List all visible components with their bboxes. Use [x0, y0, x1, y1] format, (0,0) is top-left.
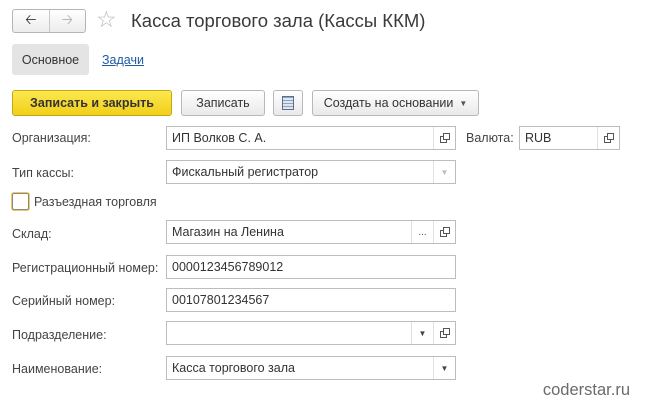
warehouse-field[interactable]: Магазин на Ленина ...: [166, 220, 456, 244]
create-based-on-button[interactable]: Создать на основании ▼: [312, 90, 479, 116]
chevron-down-icon: ▼: [440, 363, 449, 373]
chevron-down-icon: ▼: [440, 167, 449, 177]
list-icon: [282, 96, 294, 110]
warehouse-value: Магазин на Ленина: [172, 225, 284, 239]
register-type-label: Тип кассы:: [12, 166, 74, 180]
star-icon[interactable]: ☆: [96, 6, 117, 32]
ellipsis-icon: ...: [418, 226, 427, 238]
watermark: coderstar.ru: [542, 381, 630, 399]
arrow-right-icon: 🡢: [61, 11, 73, 27]
dropdown-button[interactable]: ▼: [433, 357, 455, 379]
forward-button[interactable]: 🡢: [50, 10, 86, 32]
name-label: Наименование:: [12, 362, 103, 376]
currency-value: RUB: [525, 131, 552, 145]
name-field[interactable]: Касса торгового зала ▼: [166, 356, 456, 380]
back-button[interactable]: 🡠: [13, 10, 50, 32]
open-icon: [439, 227, 450, 237]
open-button[interactable]: [597, 127, 619, 149]
save-button[interactable]: Записать: [181, 90, 265, 116]
serial-number-field[interactable]: 00107801234567: [166, 288, 456, 312]
organization-field[interactable]: ИП Волков С. А.: [166, 126, 456, 150]
organization-label: Организация:: [12, 131, 91, 145]
name-value: Касса торгового зала: [172, 361, 295, 375]
select-button[interactable]: ...: [411, 221, 433, 243]
tab-tasks[interactable]: Задачи: [102, 52, 144, 68]
reg-number-value: 0000123456789012: [172, 260, 284, 274]
open-icon: [439, 133, 450, 143]
chevron-down-icon: ▼: [418, 328, 427, 338]
warehouse-label: Склад:: [12, 227, 52, 241]
open-icon: [439, 328, 450, 338]
currency-field[interactable]: RUB: [519, 126, 620, 150]
chevron-down-icon: ▼: [459, 98, 468, 108]
department-field[interactable]: ▼: [166, 321, 456, 345]
open-button[interactable]: [433, 322, 455, 344]
arrow-left-icon: 🡠: [25, 11, 37, 27]
dropdown-button[interactable]: ▼: [433, 161, 455, 183]
open-button[interactable]: [433, 127, 455, 149]
reg-number-label: Регистрационный номер:: [12, 261, 159, 275]
department-label: Подразделение:: [12, 328, 107, 342]
tab-main[interactable]: Основное: [12, 44, 89, 75]
serial-number-value: 00107801234567: [172, 293, 270, 307]
mobile-trade-label: Разъездная торговля: [34, 195, 157, 209]
register-type-value: Фискальный регистратор: [172, 165, 319, 179]
register-type-field[interactable]: Фискальный регистратор ▼: [166, 160, 456, 184]
currency-label: Валюта:: [466, 131, 514, 145]
open-button[interactable]: [433, 221, 455, 243]
save-and-close-button[interactable]: Записать и закрыть: [12, 90, 172, 116]
list-button[interactable]: [273, 90, 303, 116]
create-based-on-label: Создать на основании: [323, 96, 454, 110]
page-title: Касса торгового зала (Кассы ККМ): [131, 10, 426, 31]
reg-number-field[interactable]: 0000123456789012: [166, 255, 456, 279]
dropdown-button[interactable]: ▼: [411, 322, 433, 344]
organization-value: ИП Волков С. А.: [172, 131, 267, 145]
open-icon: [603, 133, 614, 143]
mobile-trade-checkbox[interactable]: [12, 193, 29, 210]
serial-number-label: Серийный номер:: [12, 294, 116, 308]
navigation-buttons: 🡠 🡢: [12, 9, 86, 33]
